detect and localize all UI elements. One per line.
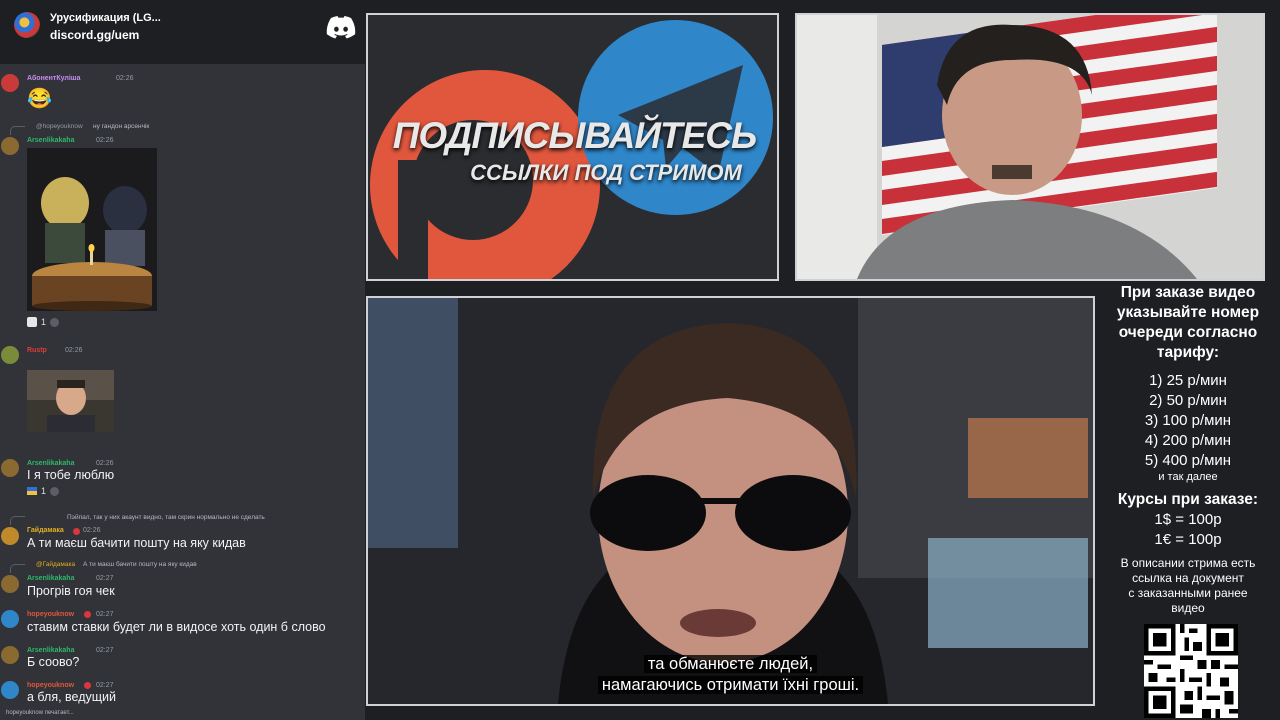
message-time: 02:27 — [96, 647, 114, 654]
message-time: 02:26 — [96, 460, 114, 467]
message-text: А ти маєш бачити пошту на яку кидав — [27, 536, 246, 550]
invite-link[interactable]: discord.gg/uem — [50, 28, 139, 42]
video-subtitle: та обманюєте людей, намагаючись отримати… — [368, 654, 1093, 696]
reply-connector — [10, 516, 25, 525]
qr-code-icon[interactable] — [1144, 624, 1238, 718]
reply-text[interactable]: Пэйпал, так у них акаунт видно, там скри… — [67, 514, 265, 521]
tariff-2: 2) 50 р/мин — [1149, 392, 1227, 409]
add-reaction-icon[interactable] — [50, 317, 60, 327]
add-reaction-icon[interactable] — [50, 486, 60, 496]
promo-subtitle: ССЫЛКИ ПОД СТРИМОМ — [470, 160, 742, 185]
avatar[interactable] — [1, 527, 19, 545]
anime-image-attachment[interactable] — [27, 148, 157, 311]
promo-title: ПОДПИСЫВАЙТЕСЬ — [392, 115, 757, 156]
rates-heading: Курсы при заказе: — [1117, 491, 1259, 508]
avatar[interactable] — [1, 74, 19, 92]
avatar[interactable] — [1, 346, 19, 364]
message-time: 02:27 — [96, 682, 114, 689]
avatar[interactable] — [1, 575, 19, 593]
message-author[interactable]: Arsenlikakaha — [27, 137, 74, 144]
avatar[interactable] — [1, 610, 19, 628]
message-text: а бля, ведущий — [27, 690, 117, 704]
subtitle-line-1: та обманюєте людей, — [643, 655, 818, 673]
avatar[interactable] — [1, 137, 19, 155]
main-video-panel: та обманюєте людей, намагаючись отримати… — [366, 296, 1095, 706]
avatar[interactable] — [1, 646, 19, 664]
avatar[interactable] — [1, 459, 19, 477]
role-badge-icon — [84, 611, 91, 618]
rate-eur: 1€ = 100р — [1154, 531, 1222, 548]
message-time: 02:26 — [83, 527, 101, 534]
promo-panel: ПОДПИСЫВАЙТЕСЬ ССЫЛКИ ПОД СТРИМОМ — [366, 13, 779, 281]
message-author[interactable]: Arsenlikakaha — [27, 575, 74, 582]
info-heading-2: указывайте номер — [1116, 304, 1260, 321]
reply-connector — [10, 126, 25, 135]
message-time: 02:26 — [65, 347, 83, 354]
reply-text[interactable]: ну гандон арсенчік — [93, 123, 149, 130]
message-author[interactable]: hopeyouknow — [27, 682, 74, 689]
tariff-1: 1) 25 р/мин — [1149, 372, 1227, 389]
message-time: 02:26 — [96, 137, 114, 144]
info-heading-3: очереди согласно — [1118, 324, 1258, 341]
reply-author[interactable]: @Гайдамака — [36, 561, 75, 568]
reply-text[interactable]: А ти маєш бачити пошту на яку кидав — [83, 561, 197, 568]
tariff-4: 4) 200 р/мин — [1144, 432, 1232, 449]
photo-attachment[interactable] — [27, 370, 114, 432]
desc-line-4: видео — [1171, 601, 1205, 615]
message-emoji: 😂 — [27, 88, 52, 110]
message-time: 02:27 — [96, 575, 114, 582]
reaction-count: 1 — [41, 317, 47, 327]
message-author[interactable]: Arsenlikakaha — [27, 460, 74, 467]
info-heading-1: При заказе видео — [1120, 284, 1256, 301]
tariff-5: 5) 400 р/мин — [1144, 452, 1232, 469]
reaction[interactable]: 1 — [27, 315, 60, 329]
desc-line-3: с заказанными ранее — [1128, 586, 1248, 600]
and-so-on: и так далее — [1158, 471, 1218, 483]
desc-line-1: В описании стрима есть — [1120, 556, 1256, 570]
server-name[interactable]: Урусификация (LG... — [50, 12, 161, 24]
video-frame — [368, 298, 1093, 704]
message-text: ставим ставки будет ли в видосе хоть оди… — [27, 620, 326, 634]
reaction-count: 1 — [41, 486, 47, 496]
message-time: 02:26 — [116, 75, 134, 82]
message-author[interactable]: Гайдамака — [27, 527, 64, 534]
role-badge-icon — [73, 528, 80, 535]
chat-header: Урусификация (LG... discord.gg/uem — [0, 0, 365, 64]
message-author[interactable]: Arsenlikakaha — [27, 647, 74, 654]
reply-author[interactable]: @hopeyouknow — [36, 123, 83, 130]
order-info-panel: При заказе видео указывайте номер очеред… — [1096, 283, 1280, 616]
ukraine-flag-icon — [27, 487, 37, 495]
message-time: 02:27 — [96, 611, 114, 618]
subtitle-line-2: намагаючись отримати їхні гроші. — [597, 676, 864, 694]
message-text: Прогрів гоя чек — [27, 584, 115, 598]
message-author[interactable]: АбонентКуліша — [27, 75, 81, 82]
message-text: І я тобе люблю — [27, 468, 115, 482]
avatar[interactable] — [1, 681, 19, 699]
desc-line-2: ссылка на документ — [1132, 571, 1244, 585]
reply-connector — [10, 564, 25, 573]
discord-logo-icon[interactable] — [326, 15, 356, 39]
reaction-emoji-icon — [27, 317, 37, 327]
message-author[interactable]: Rustp — [27, 347, 47, 354]
webcam-feed — [797, 15, 1263, 279]
reaction[interactable]: 1 — [27, 484, 60, 498]
webcam-panel — [795, 13, 1265, 281]
info-heading-4: тарифу: — [1156, 344, 1220, 361]
message-author[interactable]: hopeyouknow — [27, 611, 74, 618]
rate-usd: 1$ = 100р — [1154, 511, 1222, 528]
server-icon[interactable] — [14, 12, 40, 38]
patreon-logo-bar — [398, 160, 428, 279]
tariff-3: 3) 100 р/мин — [1144, 412, 1232, 429]
role-badge-icon — [84, 682, 91, 689]
message-text: Б соово? — [27, 655, 80, 669]
discord-chat-panel: Урусификация (LG... discord.gg/uem Абоне… — [0, 0, 365, 720]
typing-indicator: hopeyouknow печатает... — [6, 710, 74, 716]
